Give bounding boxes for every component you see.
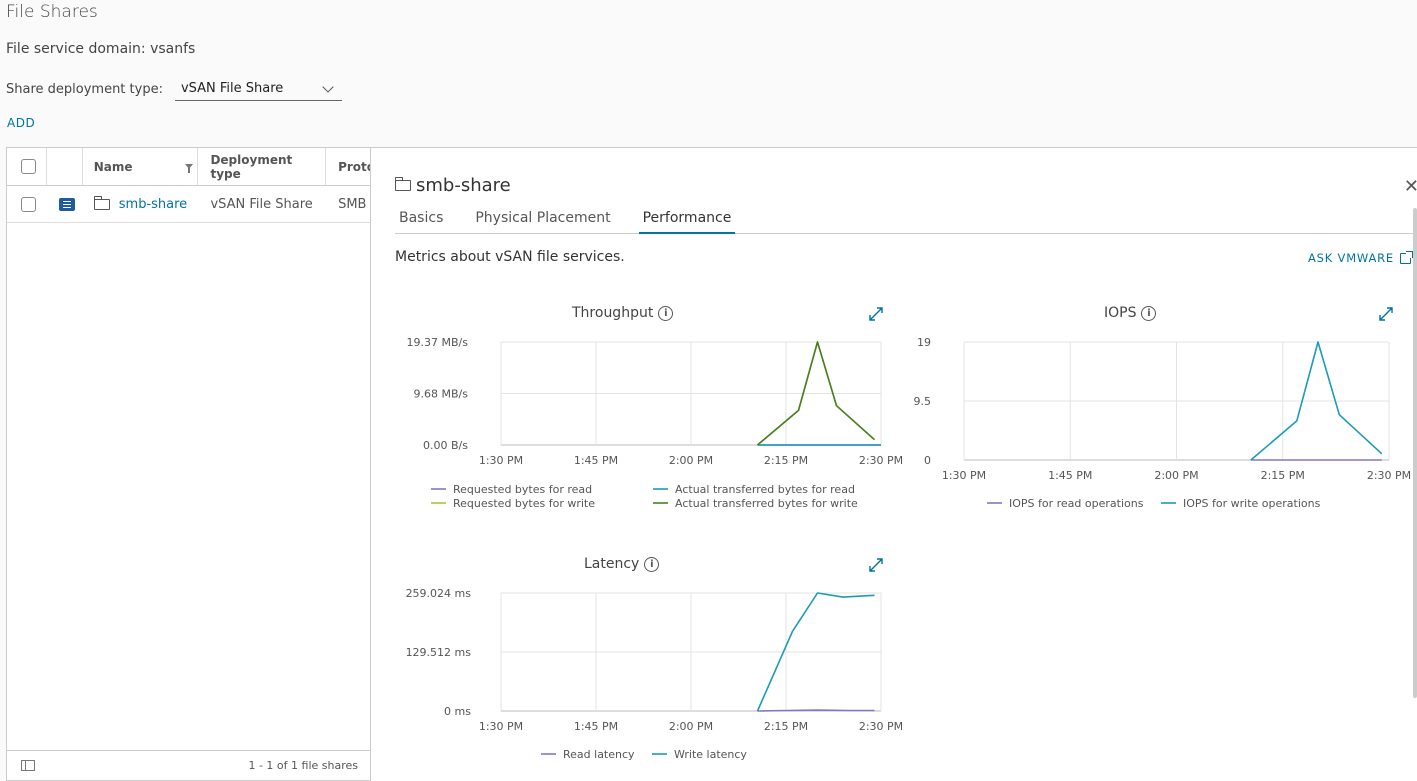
column-toggle-icon[interactable] <box>21 760 35 771</box>
throughput-x-tick-label: 1:45 PM <box>574 454 618 467</box>
row-protocol-cell: SMB <box>326 186 370 222</box>
iops-x-tick-label: 2:15 PM <box>1261 469 1305 482</box>
expand-icon[interactable] <box>869 307 883 321</box>
detail-panel: smb-share ✕ Basics Physical Placement Pe… <box>370 147 1417 781</box>
latency-series-line <box>757 709 875 712</box>
deployment-type-row: Share deployment type: vSAN File Share <box>6 77 342 101</box>
iops-legend-label: IOPS for read operations <box>1009 497 1144 510</box>
share-name-link[interactable]: smb-share <box>119 197 187 212</box>
throughput-x-tick-label: 2:00 PM <box>669 454 713 467</box>
latency-y-tick-label: 0 ms <box>444 705 471 718</box>
pagination-text: 1 - 1 of 1 file shares <box>248 759 358 772</box>
row-deployment-type: vSAN File Share <box>210 196 313 212</box>
row-action-header <box>47 148 83 185</box>
iops-y-tick-label: 0 <box>924 454 931 467</box>
latency-x-tick-label: 1:30 PM <box>479 720 523 733</box>
column-deployment-label: Deployment type <box>210 152 293 181</box>
iops-y-tick-label: 9.5 <box>914 395 932 408</box>
iops-x-tick-label: 1:45 PM <box>1048 469 1092 482</box>
deployment-type-select[interactable]: vSAN File Share <box>174 77 342 101</box>
file-shares-grid: Name Deployment type Proto smb-share vSA… <box>6 147 370 781</box>
performance-charts: 19.37 MB/s 9.68 MB/s 0.00 B/s 1:30 PM 1:45 P… <box>406 307 1411 761</box>
expand-icon[interactable] <box>1379 307 1393 321</box>
expand-icon[interactable] <box>869 558 883 572</box>
column-name-label: Name <box>93 159 133 174</box>
throughput-y-tick-label: 9.68 MB/s <box>414 388 469 401</box>
column-header-name[interactable]: Name <box>83 148 199 185</box>
latency-legend-label: Read latency <box>563 748 635 761</box>
throughput-legend-label: Requested bytes for read <box>453 483 592 496</box>
column-protocol-label: Proto <box>338 159 370 174</box>
file-service-domain: File service domain: vsanfs <box>6 41 196 57</box>
throughput-legend-label: Requested bytes for write <box>453 497 595 510</box>
latency-legend-label: Write latency <box>674 748 747 761</box>
throughput-legend-label: Actual transferred bytes for read <box>675 483 855 496</box>
select-all-checkbox[interactable] <box>21 159 36 174</box>
iops-y-tick-label: 19 <box>917 336 931 349</box>
grid-header: Name Deployment type Proto <box>7 148 370 186</box>
grid-footer: 1 - 1 of 1 file shares <box>7 750 370 780</box>
throughput-y-tick-label: 19.37 MB/s <box>407 336 469 349</box>
throughput-x-tick-label: 2:15 PM <box>764 454 808 467</box>
row-detail-cell <box>47 186 83 222</box>
deployment-type-value: vSAN File Share <box>180 81 284 96</box>
add-button[interactable]: ADD <box>7 116 35 130</box>
chevron-down-icon <box>322 80 334 93</box>
latency-y-tick-label: 129.512 ms <box>406 646 472 659</box>
row-protocol: SMB <box>338 196 367 212</box>
deployment-type-label: Share deployment type: <box>6 81 163 97</box>
row-detail-icon[interactable] <box>58 197 75 211</box>
latency-y-tick-label: 259.024 ms <box>406 587 472 600</box>
column-header-deployment-type[interactable]: Deployment type <box>198 148 327 185</box>
select-all-cell <box>7 148 47 185</box>
row-checkbox[interactable] <box>21 196 36 212</box>
throughput-x-tick-label: 1:30 PM <box>479 454 523 467</box>
iops-x-tick-label: 1:30 PM <box>942 469 986 482</box>
iops-x-tick-label: 2:00 PM <box>1154 469 1198 482</box>
iops-legend-label: IOPS for write operations <box>1183 497 1321 510</box>
latency-x-tick-label: 2:00 PM <box>669 720 713 733</box>
iops-x-tick-label: 2:30 PM <box>1367 469 1411 482</box>
page-title: File Shares <box>6 2 98 22</box>
row-deployment-cell: vSAN File Share <box>198 186 326 222</box>
throughput-x-tick-label: 2:30 PM <box>859 454 903 467</box>
filter-icon[interactable] <box>184 164 193 173</box>
throughput-y-tick-label: 0.00 B/s <box>423 439 468 452</box>
latency-x-tick-label: 2:30 PM <box>859 720 903 733</box>
latency-x-tick-label: 1:45 PM <box>574 720 618 733</box>
throughput-legend-label: Actual transferred bytes for write <box>675 497 858 510</box>
row-select-cell <box>7 186 47 222</box>
column-header-protocol[interactable]: Proto <box>326 148 370 185</box>
row-name-cell: smb-share <box>83 186 199 222</box>
folder-icon <box>93 195 110 210</box>
latency-x-tick-label: 2:15 PM <box>764 720 808 733</box>
table-row[interactable]: smb-share vSAN File Share SMB <box>7 186 370 223</box>
